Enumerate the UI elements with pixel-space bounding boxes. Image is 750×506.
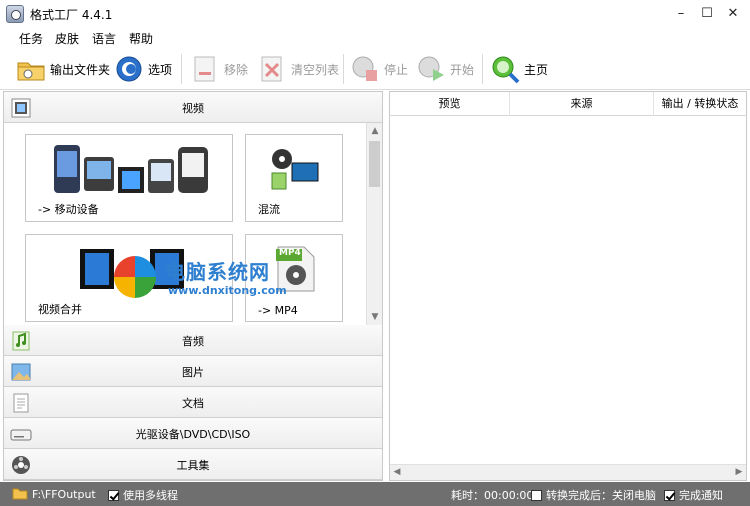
category-document[interactable]: 文档 (4, 387, 382, 418)
multithread-label: 使用多线程 (123, 489, 178, 502)
scroll-left-icon[interactable]: ◀ (390, 465, 404, 480)
task-table-header: 预览 来源 输出 / 转换状态 (390, 92, 746, 116)
options-label: 选项 (148, 62, 173, 77)
tile-mp4-label: -> MP4 (258, 304, 298, 317)
toolbar-separator (482, 54, 483, 84)
mobile-devices-icon (54, 145, 208, 193)
category-tools-label: 工具集 (176, 459, 210, 472)
output-folder-button[interactable]: 输出文件夹 (16, 52, 110, 86)
elapsed-time: 耗时：00:00:00 (451, 489, 534, 502)
menu-skin[interactable]: 皮肤 (55, 30, 79, 47)
category-tools[interactable]: 工具集 (4, 449, 382, 480)
shutdown-after-label: 转换完成后：关闭电脑 (546, 489, 656, 502)
start-label: 开始 (450, 62, 475, 77)
output-path[interactable]: F:\FFOutput (12, 487, 96, 501)
mp4-badge: MP4 (279, 248, 301, 258)
tile-video-merge-label: 视频合并 (38, 303, 82, 316)
category-picture[interactable]: 图片 (4, 356, 382, 387)
tile-video-merge[interactable]: 视频合并 (25, 234, 233, 322)
function-grid-scrollbar[interactable]: ▲ ▼ (366, 123, 382, 325)
category-video[interactable]: 视频 (4, 92, 382, 123)
home-button[interactable]: 主页 (490, 52, 548, 86)
multithread-checkbox[interactable]: 使用多线程 (108, 487, 178, 503)
start-button[interactable]: 开始 (416, 52, 474, 86)
column-preview[interactable]: 预览 (390, 92, 510, 116)
category-picture-label: 图片 (182, 366, 204, 379)
options-button[interactable]: 选项 (114, 52, 172, 86)
folder-icon (16, 54, 46, 84)
window-title: 格式工厂 4.4.1 (30, 8, 113, 22)
home-label: 主页 (524, 62, 549, 77)
clear-list-button[interactable]: 清空列表 (257, 52, 339, 86)
video-merge-icon (80, 249, 184, 289)
toolbar-separator (343, 54, 344, 84)
stop-label: 停止 (384, 62, 409, 77)
menu-task[interactable]: 任务 (19, 30, 43, 47)
scroll-right-icon[interactable]: ▶ (732, 465, 746, 480)
mix-icon (271, 149, 319, 190)
clear-icon (257, 54, 287, 84)
status-bar: F:\FFOutput 使用多线程 耗时：00:00:00 转换完成后：关闭电脑… (0, 482, 750, 506)
start-icon (416, 54, 446, 84)
category-document-label: 文档 (182, 397, 204, 410)
tile-mix[interactable]: 混流 (245, 134, 343, 222)
video-function-grid: -> 移动设备 混流 视频合并 MP4 -> MP4 (4, 123, 366, 325)
column-source[interactable]: 来源 (510, 92, 654, 116)
stop-icon (350, 54, 380, 84)
title-bar: 格式工厂 4.4.1 – ☐ ✕ (0, 0, 750, 28)
notify-checkbox[interactable]: 完成通知 (664, 487, 723, 503)
shutdown-after-checkbox[interactable]: 转换完成后：关闭电脑 (531, 487, 656, 503)
column-output-status[interactable]: 输出 / 转换状态 (654, 92, 746, 116)
menu-bar: 任务 皮肤 语言 帮助 (0, 28, 750, 48)
checkbox-unchecked-icon (531, 490, 542, 501)
category-audio-label: 音频 (182, 335, 204, 348)
menu-language[interactable]: 语言 (92, 30, 116, 47)
tile-mp4[interactable]: MP4 -> MP4 (245, 234, 343, 322)
scroll-up-icon[interactable]: ▲ (367, 123, 383, 139)
tile-mobile-device-label: -> 移动设备 (38, 203, 99, 216)
task-table-hscrollbar[interactable]: ◀ ▶ (390, 464, 746, 480)
category-optical-label: 光驱设备\DVD\CD\ISO (135, 428, 251, 441)
remove-button[interactable]: 移除 (190, 52, 248, 86)
category-optical[interactable]: 光驱设备\DVD\CD\ISO (4, 418, 382, 449)
checkbox-checked-icon (108, 490, 119, 501)
category-audio[interactable]: 音频 (4, 325, 382, 356)
function-panel: 视频 -> 移动设备 混流 视频合并 MP4 -> MP4 ▲ ▼ 音频 图片 … (3, 91, 383, 481)
notify-label: 完成通知 (679, 489, 723, 502)
folder-icon (12, 488, 28, 500)
output-folder-label: 输出文件夹 (50, 62, 111, 77)
stop-button[interactable]: 停止 (350, 52, 408, 86)
toolbar: 输出文件夹 选项 移除 清空列表 停止 开始 主页 (0, 48, 750, 90)
checkbox-checked-icon (664, 490, 675, 501)
home-search-icon (490, 54, 520, 84)
category-video-label: 视频 (182, 102, 204, 115)
gear-icon (114, 54, 144, 84)
output-path-label: F:\FFOutput (32, 488, 96, 501)
remove-label: 移除 (224, 62, 249, 77)
clear-list-label: 清空列表 (291, 62, 340, 77)
scrollbar-thumb[interactable] (369, 141, 380, 187)
tile-mix-label: 混流 (258, 203, 280, 216)
task-list-panel: 预览 来源 输出 / 转换状态 ◀ ▶ (389, 91, 747, 481)
toolbar-separator (181, 54, 182, 84)
close-button[interactable]: ✕ (716, 0, 750, 28)
menu-help[interactable]: 帮助 (129, 30, 153, 47)
tile-mobile-device[interactable]: -> 移动设备 (25, 134, 233, 222)
scroll-down-icon[interactable]: ▼ (367, 309, 383, 325)
remove-icon (190, 54, 220, 84)
app-icon (6, 5, 24, 23)
